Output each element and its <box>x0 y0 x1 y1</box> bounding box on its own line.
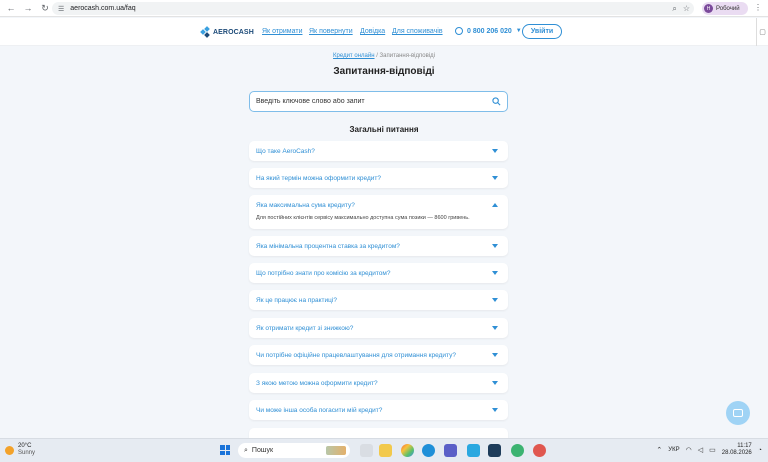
language-indicator[interactable]: УКР <box>668 447 679 453</box>
site-header: AEROCASH Як отримати Як повернути Довідк… <box>0 18 768 46</box>
chat-button[interactable] <box>726 401 750 425</box>
taskbar-search[interactable]: ⌕ Пошук <box>238 443 350 458</box>
system-tray: ⌃ УКР ◠ ◁ ▭ 11:17 28.08.2026 ◔ <box>656 443 762 457</box>
faq-item[interactable]: Яка мінімальна процентна ставка за креди… <box>249 236 508 256</box>
reload-icon[interactable]: ↻ <box>39 2 51 14</box>
taskbar-search-label: Пошук <box>251 447 274 454</box>
faq-question[interactable]: Яка мінімальна процентна ставка за креди… <box>256 243 400 250</box>
chevron-down-icon[interactable] <box>492 271 498 275</box>
faq-question[interactable]: Як це працює на практиці? <box>256 297 337 304</box>
app-icon[interactable] <box>533 444 546 457</box>
url-text[interactable]: aerocash.com.ua/faq <box>70 5 135 12</box>
login-button[interactable]: Увійти <box>522 24 562 39</box>
side-panel-icon[interactable]: ▢ <box>756 18 768 46</box>
faq-item[interactable]: Як це працює на практиці? <box>249 290 508 310</box>
sun-icon <box>5 445 14 455</box>
nav-help[interactable]: Довідка <box>360 28 385 35</box>
faq-question[interactable]: Чи може інша особа погасити мій кредит? <box>256 407 382 414</box>
chevron-down-icon[interactable] <box>492 381 498 385</box>
faq-item-expanded[interactable]: Яка максимальна сума кредиту? Для постій… <box>249 195 508 229</box>
breadcrumb-separator: / <box>376 53 378 59</box>
battery-icon[interactable]: ▭ <box>709 446 716 454</box>
address-bar[interactable]: ☰ aerocash.com.ua/faq ⌕ ☆ <box>52 2 694 15</box>
breadcrumb-current: Запитання-відповіді <box>379 53 435 59</box>
faq-item[interactable]: Чи може інша особа погасити мій кредит? <box>249 400 508 420</box>
faq-question[interactable]: Що потрібно знати про комісію за кредито… <box>256 270 390 277</box>
back-icon[interactable]: ← <box>5 2 17 14</box>
notification-bell-icon[interactable]: ◔ <box>758 447 762 454</box>
faq-search[interactable] <box>249 91 508 112</box>
app-icon[interactable] <box>467 444 480 457</box>
browser-toolbar: ← → ↻ ☰ aerocash.com.ua/faq ⌕ ☆ Н Робочи… <box>0 0 768 17</box>
chevron-down-icon[interactable] <box>492 408 498 412</box>
faq-question[interactable]: З якою метою можна оформити кредит? <box>256 380 378 387</box>
task-view-icon[interactable] <box>360 444 373 457</box>
weather-temp: 20°C <box>18 443 32 449</box>
phone-number: 0 800 206 020 <box>467 27 512 35</box>
search-input[interactable] <box>256 98 486 105</box>
chevron-down-icon[interactable] <box>492 298 498 302</box>
wifi-icon[interactable]: ◠ <box>686 446 692 454</box>
weather-widget[interactable]: 20°C Sunny <box>5 443 35 457</box>
teams-icon[interactable] <box>444 444 457 457</box>
chevron-down-icon[interactable] <box>492 149 498 153</box>
windows-start-icon[interactable] <box>220 445 230 455</box>
faq-item[interactable]: Чи потрібне офіційне працевлаштування дл… <box>249 345 508 365</box>
chrome-icon[interactable] <box>401 444 414 457</box>
chevron-down-icon[interactable] <box>492 326 498 330</box>
section-title: Загальні питання <box>349 125 419 134</box>
browser-menu-icon[interactable]: ⋮ <box>754 3 762 12</box>
app-icon[interactable] <box>511 444 524 457</box>
faq-item[interactable]: Як отримати кредит зі знижкою? <box>249 318 508 338</box>
faq-answer: Для постійних клієнтів сервісу максималь… <box>256 215 470 221</box>
phone-dropdown[interactable]: 0 800 206 020 ▼ <box>455 27 522 35</box>
breadcrumb: Кредит онлайн / Запитання-відповіді <box>0 53 768 59</box>
clock-date: 28.08.2026 <box>721 450 752 456</box>
faq-item[interactable]: Що потрібно знати про комісію за кредито… <box>249 263 508 283</box>
site-info-icon[interactable]: ☰ <box>58 5 64 13</box>
logo-icon <box>200 26 211 38</box>
clock-time: 11:17 <box>737 443 752 449</box>
nav-for-consumers[interactable]: Для споживачів <box>392 28 443 35</box>
faq-item[interactable]: На який термін можна оформити кредит? <box>249 168 508 188</box>
chevron-down-icon[interactable] <box>492 176 498 180</box>
site-logo[interactable]: AEROCASH <box>200 26 254 38</box>
file-explorer-icon[interactable] <box>379 444 392 457</box>
profile-button[interactable]: Н Робочий <box>702 2 748 15</box>
avatar: Н <box>704 4 713 13</box>
search-icon[interactable] <box>492 97 501 106</box>
edge-icon[interactable] <box>422 444 435 457</box>
nav-how-to-get[interactable]: Як отримати <box>262 28 302 35</box>
app-icon[interactable] <box>488 444 501 457</box>
page-title: Запитання-відповіді <box>333 66 435 77</box>
bookmark-star-icon[interactable]: ☆ <box>683 4 690 13</box>
breadcrumb-link-credit[interactable]: Кредит онлайн <box>333 53 374 59</box>
zoom-icon[interactable]: ⌕ <box>672 4 676 14</box>
faq-item-partial[interactable] <box>249 428 508 438</box>
chat-icon <box>733 409 743 417</box>
weather-desc: Sunny <box>18 450 36 456</box>
faq-item[interactable]: З якою метою можна оформити кредит? <box>249 373 508 393</box>
faq-question[interactable]: На який термін можна оформити кредит? <box>256 175 381 182</box>
phone-icon <box>455 27 463 35</box>
search-icon: ⌕ <box>244 446 248 454</box>
faq-question[interactable]: Що таке AeroCash? <box>256 148 315 155</box>
profile-label: Робочий <box>716 5 740 12</box>
faq-question[interactable]: Чи потрібне офіційне працевлаштування дл… <box>256 352 456 359</box>
chevron-down-icon[interactable] <box>492 353 498 357</box>
chevron-down-icon: ▼ <box>515 28 522 34</box>
volume-icon[interactable]: ◁ <box>698 446 703 454</box>
chevron-up-icon[interactable]: ⌃ <box>656 446 662 454</box>
taskbar: 20°C Sunny ⌕ Пошук ⌃ УКР ◠ ◁ ▭ 11:17 28.… <box>0 438 768 462</box>
faq-question[interactable]: Як отримати кредит зі знижкою? <box>256 325 353 332</box>
nav-how-to-repay[interactable]: Як повернути <box>309 28 353 35</box>
clock[interactable]: 11:17 28.08.2026 <box>722 443 752 457</box>
search-highlight-image <box>326 446 346 455</box>
faq-question[interactable]: Яка максимальна сума кредиту? <box>256 202 355 209</box>
chevron-up-icon[interactable] <box>492 203 498 207</box>
faq-item[interactable]: Що таке AeroCash? <box>249 141 508 161</box>
logo-text: AEROCASH <box>213 28 254 36</box>
forward-icon[interactable]: → <box>22 2 34 14</box>
chevron-down-icon[interactable] <box>492 244 498 248</box>
